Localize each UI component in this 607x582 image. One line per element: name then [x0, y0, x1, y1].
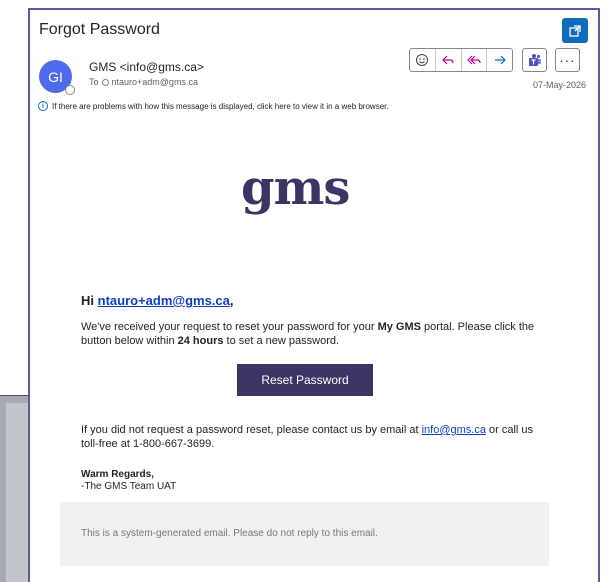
teams-button[interactable] — [522, 48, 547, 72]
reset-request-paragraph: We've received your request to reset you… — [81, 320, 541, 348]
email-reading-pane: Forgot Password GI GMS <info@gms.ca> To … — [28, 8, 600, 582]
message-actions — [409, 48, 513, 72]
contact-paragraph: If you did not request a password reset,… — [81, 423, 546, 451]
para1-portal-name: My GMS — [377, 321, 421, 333]
sender-name[interactable]: GMS <info@gms.ca> — [89, 60, 204, 74]
teams-icon — [528, 54, 541, 66]
greeting-prefix: Hi — [81, 293, 98, 308]
reply-all-icon — [467, 55, 481, 65]
email-footer: This is a system-generated email. Please… — [60, 502, 549, 566]
para1-time-limit: 24 hours — [177, 335, 224, 347]
view-in-browser-link[interactable]: If there are problems with how this mess… — [52, 102, 389, 111]
footer-disclaimer: This is a system-generated email. Please… — [81, 528, 378, 539]
recipient-address[interactable]: ntauro+adm@gms.ca — [112, 77, 198, 87]
greeting-email-link[interactable]: ntauro+adm@gms.ca — [98, 293, 230, 308]
greeting-suffix: , — [229, 293, 234, 308]
recipient-presence-icon — [101, 78, 109, 86]
to-label: To — [89, 77, 99, 87]
reply-button[interactable] — [436, 49, 462, 71]
forward-icon — [494, 55, 506, 65]
more-options-button[interactable]: ··· — [555, 48, 580, 72]
email-subject: Forgot Password — [39, 21, 160, 38]
info-email-link[interactable]: info@gms.ca — [422, 424, 486, 436]
background-window-panel — [6, 403, 28, 582]
received-date: 07-May-2026 — [532, 80, 586, 90]
presence-status-icon — [65, 85, 75, 95]
more-icon: ··· — [559, 52, 576, 68]
reply-all-button[interactable] — [462, 49, 488, 71]
para2-text-a: If you did not request a password reset,… — [81, 424, 422, 436]
signature-team: -The GMS Team UAT — [81, 481, 177, 492]
greeting: Hi ntauro+adm@gms.ca, — [81, 294, 234, 308]
para1-text-c: to set a new password. — [223, 335, 340, 347]
reset-password-button[interactable]: Reset Password — [237, 364, 373, 396]
gms-logo: gms — [241, 160, 350, 216]
smiley-icon — [416, 54, 429, 66]
react-button[interactable] — [410, 49, 436, 71]
popout-icon — [569, 24, 581, 37]
info-bar[interactable]: i If there are problems with how this me… — [38, 101, 389, 111]
forward-button[interactable] — [487, 49, 512, 71]
popout-button[interactable] — [562, 18, 588, 43]
info-icon: i — [38, 101, 48, 111]
reply-icon — [442, 55, 454, 65]
para1-text-a: We've received your request to reset you… — [81, 321, 378, 333]
recipient-line: To ntauro+adm@gms.ca — [89, 77, 198, 87]
